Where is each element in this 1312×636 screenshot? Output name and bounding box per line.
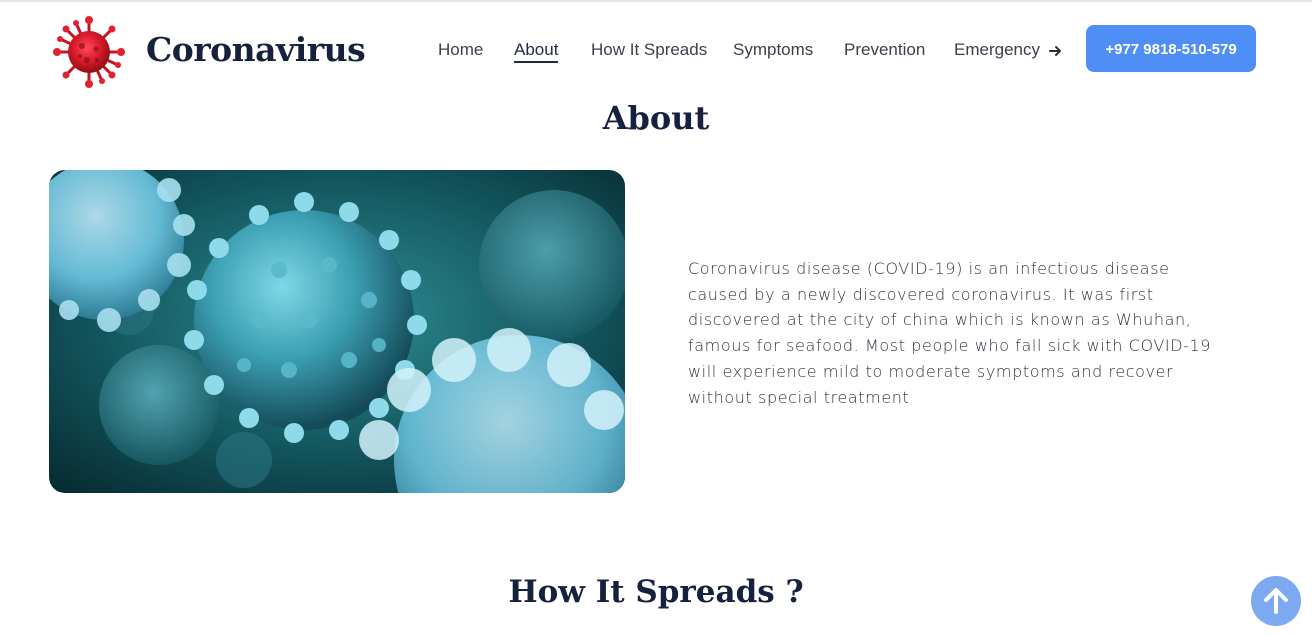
site-header: Coronavirus Home About How It Spreads Sy… (0, 2, 1312, 98)
about-paragraph: Coronavirus disease (COVID-19) is an inf… (688, 256, 1263, 410)
scroll-to-top-button[interactable] (1251, 576, 1301, 626)
nav-item-about[interactable]: About (514, 40, 559, 63)
about-line: without special treatment (688, 387, 910, 407)
about-line: caused by a newly discovered coronavirus… (688, 284, 1154, 304)
virus-icon[interactable] (52, 16, 126, 88)
nav-item-prevention[interactable]: Prevention (844, 40, 925, 60)
nav-item-home[interactable]: Home (438, 40, 483, 60)
about-line: will experience mild to moderate symptom… (688, 361, 1174, 381)
phone-call-button[interactable]: +977 9818-510-579 (1086, 25, 1256, 72)
nav-item-emergency-label: Emergency (954, 40, 1040, 59)
how-it-spreads-title: How It Spreads ? (508, 574, 804, 610)
about-line: discovered at the city of china which is… (688, 310, 1192, 330)
about-line: Coronavirus disease (COVID-19) is an inf… (688, 259, 1170, 278)
nav-item-symptoms[interactable]: Symptoms (733, 40, 813, 60)
nav-item-how-it-spreads[interactable]: How It Spreads (591, 40, 707, 60)
about-line: famous for seafood. Most people who fall… (688, 336, 1212, 356)
arrow-right-icon (1048, 45, 1061, 56)
coronavirus-illustration (49, 170, 625, 493)
coronavirus-image (49, 170, 625, 493)
nav-item-emergency[interactable]: Emergency (954, 40, 1062, 60)
arrow-up-icon (1264, 588, 1288, 614)
brand-name[interactable]: Coronavirus (146, 30, 366, 69)
about-title: About (602, 99, 710, 137)
